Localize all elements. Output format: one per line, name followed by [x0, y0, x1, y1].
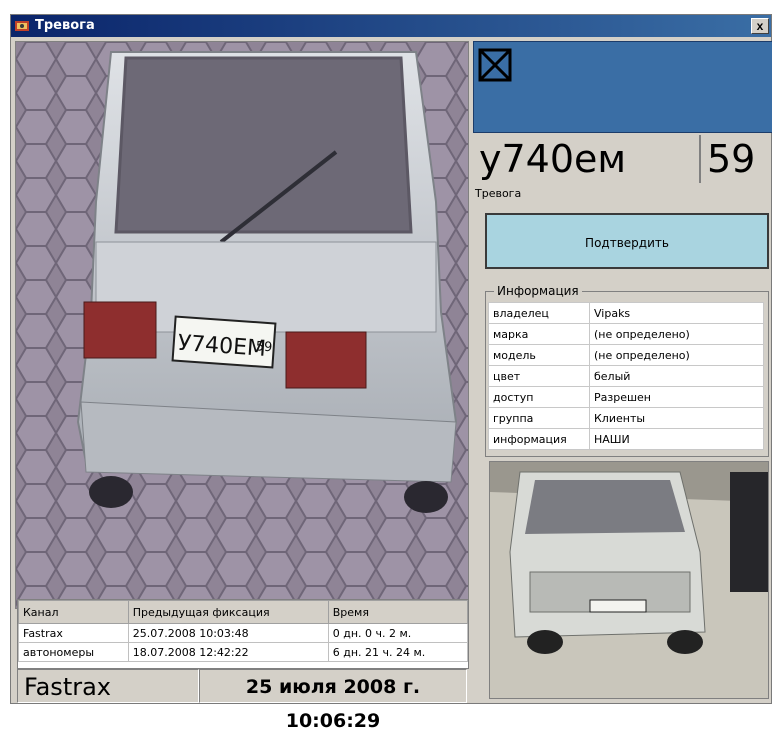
- capture-photo: У740ЕМ 59: [15, 41, 469, 609]
- info-value: НАШИ: [589, 428, 764, 450]
- info-key: марка: [488, 323, 590, 345]
- table-row[interactable]: автономеры 18.07.2008 12:42:22 6 дн. 21 …: [18, 642, 469, 662]
- info-row-make: марка (не определено): [488, 323, 764, 345]
- reference-photo: [489, 461, 769, 699]
- info-row-model: модель (не определено): [488, 344, 764, 366]
- close-button[interactable]: x: [751, 18, 769, 34]
- info-row-owner: владелец Vipaks: [488, 302, 764, 324]
- window-title: Тревога: [35, 18, 95, 33]
- cell-previous-fix: 25.07.2008 10:03:48: [127, 623, 329, 643]
- cell-previous-fix: 18.07.2008 12:42:22: [127, 642, 329, 662]
- photo-plate-region: 59: [255, 339, 273, 355]
- info-value: Клиенты: [589, 407, 764, 429]
- info-value: Разрешен: [589, 386, 764, 408]
- info-value: Vipaks: [589, 302, 764, 324]
- info-row-color: цвет белый: [488, 365, 764, 387]
- status-channel: Fastrax: [17, 669, 199, 703]
- cell-time: 6 дн. 21 ч. 24 м.: [327, 642, 469, 662]
- confirm-button[interactable]: Подтвердить: [485, 213, 769, 269]
- info-value: (не определено): [589, 323, 764, 345]
- info-key: модель: [488, 344, 590, 366]
- info-row-group: группа Клиенты: [488, 407, 764, 429]
- cell-channel: автономеры: [18, 642, 129, 662]
- recognized-plate: у740ем: [475, 135, 701, 183]
- info-value: (не определено): [589, 344, 764, 366]
- info-row-access: доступ Разрешен: [488, 386, 764, 408]
- column-header-previous-fix[interactable]: Предыдущая фиксация: [127, 600, 329, 624]
- title-bar[interactable]: Тревога x: [11, 15, 771, 37]
- alarm-window: Тревога x У740ЕМ 59 Канал Предыдущая фик…: [10, 14, 772, 732]
- cell-channel: Fastrax: [18, 623, 129, 643]
- info-key: информация: [488, 428, 590, 450]
- info-key: цвет: [488, 365, 590, 387]
- recognized-region: 59: [707, 137, 756, 181]
- crossed-box-icon: [478, 48, 512, 82]
- alarm-indicator-panel: [473, 41, 772, 133]
- events-table: Канал Предыдущая фиксация Время Fastrax …: [17, 599, 469, 669]
- status-datetime: 25 июля 2008 г. 10:06:29: [199, 669, 467, 732]
- app-icon: [15, 21, 29, 31]
- info-legend: Информация: [494, 284, 582, 298]
- table-row[interactable]: Fastrax 25.07.2008 10:03:48 0 дн. 0 ч. 2…: [18, 623, 469, 643]
- info-key: владелец: [488, 302, 590, 324]
- info-value: белый: [589, 365, 764, 387]
- column-header-time[interactable]: Время: [327, 600, 469, 624]
- info-row-information: информация НАШИ: [488, 428, 764, 450]
- info-key: группа: [488, 407, 590, 429]
- info-group: Информация владелец Vipaks марка (не опред…: [485, 284, 769, 457]
- info-key: доступ: [488, 386, 590, 408]
- column-header-channel[interactable]: Канал: [18, 600, 129, 624]
- alarm-label: Тревога: [475, 187, 522, 200]
- cell-time: 0 дн. 0 ч. 2 м.: [327, 623, 469, 643]
